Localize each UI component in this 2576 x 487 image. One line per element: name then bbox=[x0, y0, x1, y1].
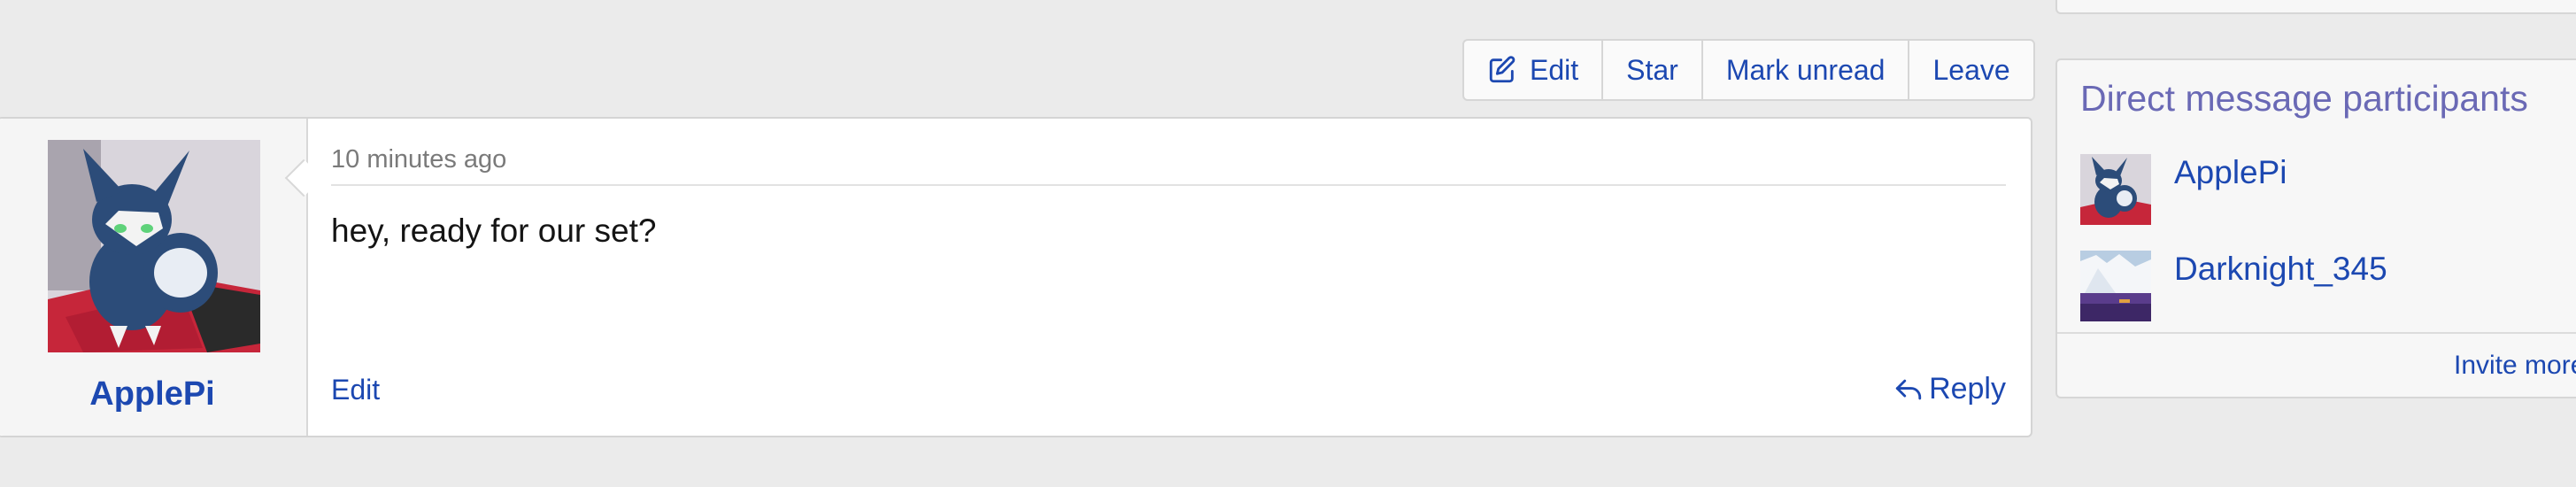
invite-more-link[interactable]: Invite more bbox=[2454, 351, 2576, 381]
pencil-square-icon bbox=[1487, 55, 1517, 85]
participant-name: Darknight_345 bbox=[2174, 251, 2387, 287]
reply-button[interactable]: Reply bbox=[1893, 372, 2006, 406]
message-author-panel: ApplePi bbox=[0, 119, 308, 436]
message-card: ApplePi 10 minutes ago hey, ready for ou… bbox=[0, 117, 2032, 437]
sidebar-box-fragment bbox=[2055, 0, 2576, 14]
reply-label: Reply bbox=[1929, 372, 2006, 406]
participants-title: Direct message participants bbox=[2080, 78, 2528, 119]
reply-arrow-icon bbox=[1893, 375, 1924, 405]
message-divider bbox=[331, 184, 2006, 186]
participants-footer-divider bbox=[2057, 332, 2576, 334]
avatar bbox=[2080, 251, 2151, 321]
mark-unread-button[interactable]: Mark unread bbox=[1701, 41, 1909, 99]
message-body: hey, ready for our set? bbox=[331, 213, 657, 249]
author-name[interactable]: ApplePi bbox=[0, 375, 306, 414]
participant-name: ApplePi bbox=[2174, 154, 2287, 190]
participant-applepi[interactable]: ApplePi bbox=[2080, 154, 2287, 225]
message-content: 10 minutes ago hey, ready for our set? E… bbox=[308, 119, 2031, 436]
edit-thread-label: Edit bbox=[1530, 53, 1579, 86]
edit-thread-button[interactable]: Edit bbox=[1464, 41, 1601, 99]
leave-button[interactable]: Leave bbox=[1908, 41, 2032, 99]
author-avatar[interactable] bbox=[48, 140, 260, 352]
participants-panel: Direct message participants ApplePi Dark… bbox=[2055, 58, 2576, 398]
star-button[interactable]: Star bbox=[1601, 41, 1701, 99]
thread-action-bar: Edit Star Mark unread Leave bbox=[1462, 39, 2035, 101]
message-timestamp[interactable]: 10 minutes ago bbox=[331, 145, 506, 174]
edit-message-button[interactable]: Edit bbox=[331, 374, 380, 406]
avatar bbox=[2080, 154, 2151, 225]
participant-darknight-345[interactable]: Darknight_345 bbox=[2080, 251, 2387, 321]
